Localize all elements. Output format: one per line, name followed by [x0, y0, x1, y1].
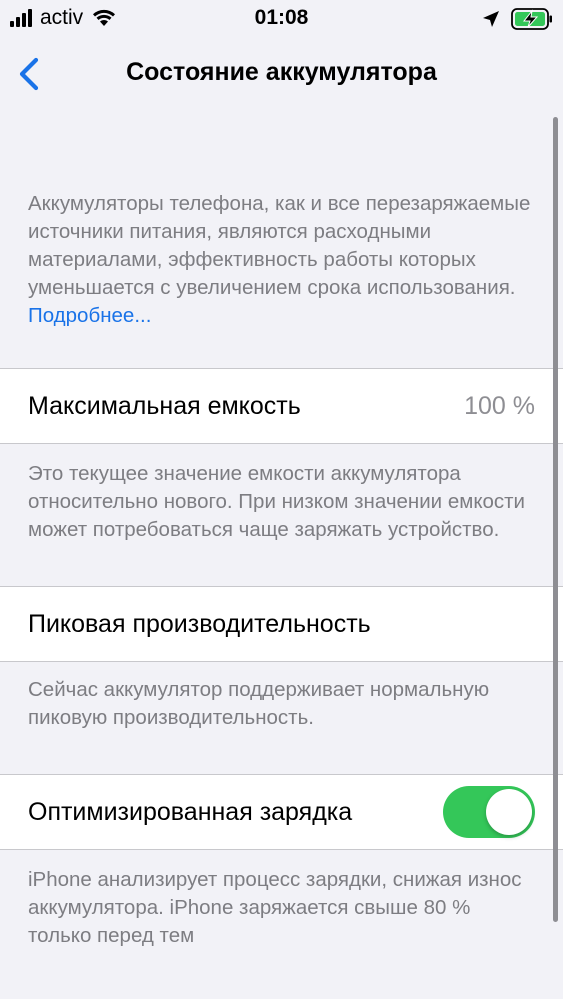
max-capacity-footer: Это текущее значение емкости аккумулятор… [28, 462, 526, 541]
learn-more-link[interactable]: Подробнее... [28, 304, 151, 327]
peak-performance-row: Пиковая производительность [0, 586, 563, 662]
optimized-charging-label: Оптимизированная зарядка [28, 797, 353, 826]
peak-performance-footer: Сейчас аккумулятор поддерживает нормальн… [28, 678, 490, 729]
status-bar: activ 01:08 [0, 0, 563, 38]
peak-performance-label: Пиковая производительность [28, 609, 371, 638]
optimized-charging-row: Оптимизированная зарядка [0, 774, 563, 850]
location-arrow-icon [483, 11, 499, 27]
status-right [481, 7, 553, 31]
intro-text: Аккумуляторы телефона, как и все перезар… [28, 192, 531, 327]
toggle-knob [486, 789, 532, 835]
settings-content: Аккумуляторы телефона, как и все перезар… [0, 112, 563, 950]
max-capacity-row: Максимальная емкость 100 % [0, 368, 563, 444]
optimized-charging-footer: iPhone анализирует процесс зарядки, сниж… [28, 868, 522, 947]
scrollbar[interactable] [553, 117, 558, 922]
battery-charging-icon [511, 8, 552, 30]
status-time: 01:08 [254, 6, 309, 29]
max-capacity-label: Максимальная емкость [28, 391, 301, 420]
page-title: Состояние аккумулятора [126, 58, 437, 86]
optimized-charging-toggle[interactable] [443, 786, 535, 838]
navigation-bar: Состояние аккумулятора [0, 38, 563, 112]
max-capacity-value: 100 % [464, 391, 535, 420]
